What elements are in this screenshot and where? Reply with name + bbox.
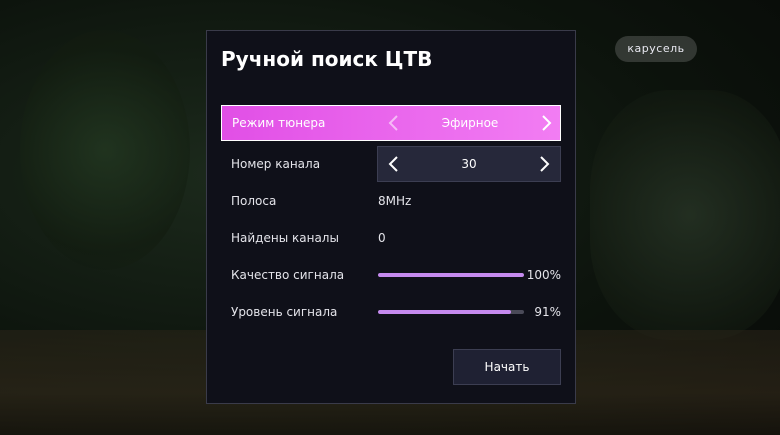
tuner-mode-label: Режим тюнера [232,116,326,130]
tuner-mode-row[interactable]: Режим тюнера Эфирное [221,105,561,141]
channel-logo: карусель [615,36,697,62]
band-label: Полоса [231,194,277,208]
signal-level-bar-fill [378,310,511,314]
found-channels-row: Найдены каналы 0 [221,220,561,256]
channel-number-row[interactable]: Номер канала 30 [221,146,561,182]
signal-level-label: Уровень сигнала [231,305,338,319]
start-button[interactable]: Начать [453,349,561,385]
signal-quality-bar [378,273,524,277]
manual-dtv-search-dialog: Ручной поиск ЦТВ Режим тюнера Эфирное Но… [206,30,576,404]
signal-quality-percent: 100% [526,268,561,282]
background-foliage [20,30,190,270]
band-value: 8MHz [378,194,412,208]
background-character [590,90,780,340]
channel-number-label: Номер канала [231,157,321,171]
signal-level-bar [378,310,524,314]
tuner-mode-selector[interactable]: Эфирное [378,106,562,140]
found-channels-label: Найдены каналы [231,231,339,245]
found-channels-value: 0 [378,231,386,245]
channel-number-value: 30 [461,157,477,171]
chevron-right-icon[interactable] [538,113,554,133]
signal-level-percent: 91% [534,305,561,319]
signal-level-row: Уровень сигнала 91% [221,294,561,330]
chevron-right-icon[interactable] [536,154,552,174]
dialog-title: Ручной поиск ЦТВ [221,47,433,71]
signal-quality-bar-fill [378,273,524,277]
signal-quality-row: Качество сигнала 100% [221,257,561,293]
band-row: Полоса 8MHz [221,183,561,219]
signal-quality-label: Качество сигнала [231,268,345,282]
tuner-mode-value: Эфирное [441,116,499,130]
channel-number-selector[interactable]: 30 [377,146,561,182]
